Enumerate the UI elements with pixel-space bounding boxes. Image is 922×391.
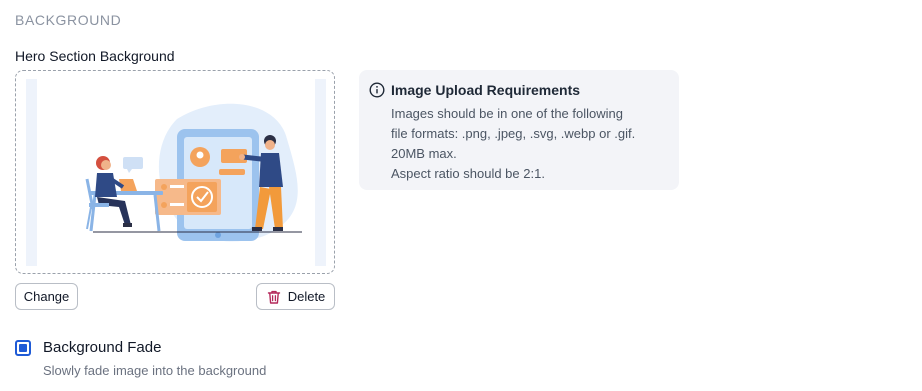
requirements-title: Image Upload Requirements bbox=[391, 82, 581, 98]
background-fade-description: Slowly fade image into the background bbox=[43, 363, 267, 378]
delete-button-label: Delete bbox=[287, 289, 326, 304]
requirements-line: file formats: .png, .jpeg, .svg, .webp o… bbox=[391, 126, 636, 141]
image-preview-frame bbox=[26, 79, 326, 266]
background-settings: BACKGROUND Hero Section Background Chang… bbox=[0, 0, 922, 391]
upload-requirements-panel: Image Upload Requirements Images should … bbox=[359, 70, 679, 190]
background-fade-checkbox[interactable] bbox=[15, 340, 31, 356]
delete-image-button[interactable]: Delete bbox=[256, 283, 335, 310]
hero-illustration bbox=[85, 103, 302, 242]
image-upload-dropzone[interactable] bbox=[15, 70, 335, 274]
requirements-text: Images should be in one of the following… bbox=[391, 104, 635, 184]
hero-image-preview bbox=[37, 79, 315, 266]
background-fade-label[interactable]: Background Fade bbox=[43, 339, 161, 356]
requirements-line: Images should be in one of the following bbox=[391, 106, 623, 121]
requirements-line: 20MB max. bbox=[391, 146, 457, 161]
info-circle-icon bbox=[369, 82, 385, 98]
trash-icon bbox=[266, 289, 282, 305]
section-heading: BACKGROUND bbox=[15, 12, 122, 28]
requirements-line: Aspect ratio should be 2:1. bbox=[391, 166, 545, 181]
hero-background-label: Hero Section Background bbox=[15, 48, 175, 64]
change-image-button[interactable]: Change bbox=[15, 283, 78, 310]
